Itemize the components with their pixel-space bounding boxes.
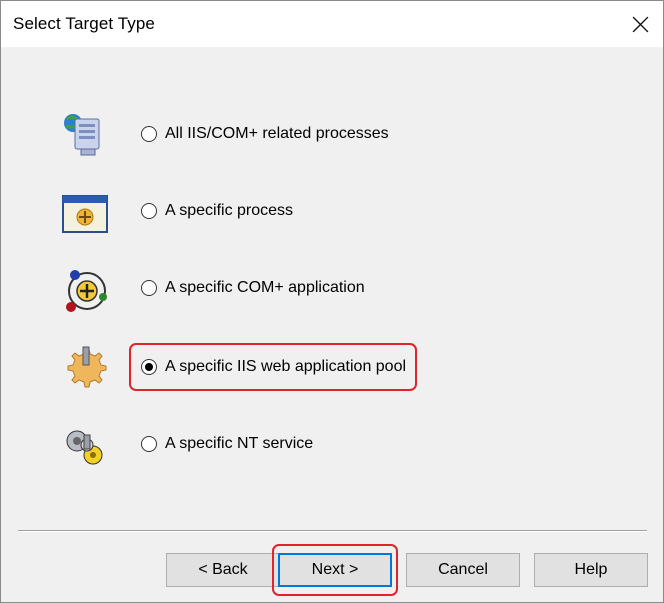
dialog-title: Select Target Type <box>13 14 155 33</box>
close-icon <box>632 16 648 32</box>
radio-specific-com-plus-application[interactable] <box>141 280 157 296</box>
radio-specific-iis-web-application-pool[interactable] <box>141 359 157 375</box>
com-plus-application-icon <box>66 270 107 312</box>
cancel-button[interactable]: Cancel <box>406 553 520 587</box>
option-specific-nt-service[interactable]: A specific NT service <box>1 415 663 475</box>
computer-icon <box>64 114 100 156</box>
option-label: A specific NT service <box>165 435 314 452</box>
close-button[interactable] <box>617 1 663 47</box>
option-all-iis-com-processes[interactable]: All IIS/COM+ related processes <box>1 105 663 165</box>
option-label: All IIS/COM+ related processes <box>165 125 389 142</box>
option-label: A specific process <box>165 202 294 219</box>
select-target-type-dialog: Select Target Type All IIS/COM+ related … <box>0 0 664 603</box>
gear-app-pool-icon <box>67 346 107 388</box>
option-specific-com-plus-application[interactable]: A specific COM+ application <box>1 259 663 319</box>
title-bar: Select Target Type <box>1 1 663 47</box>
option-specific-process[interactable]: A specific process <box>1 182 663 242</box>
option-specific-iis-web-application-pool[interactable]: A specific IIS web application pool <box>1 337 663 397</box>
back-button[interactable]: < Back <box>166 553 280 587</box>
nt-service-gears-icon <box>66 430 103 465</box>
option-label: A specific COM+ application <box>165 279 365 296</box>
radio-all-iis-com-processes[interactable] <box>141 126 157 142</box>
process-window-icon <box>62 195 108 233</box>
option-label: A specific IIS web application pool <box>165 358 407 375</box>
help-button[interactable]: Help <box>534 553 648 587</box>
radio-specific-process[interactable] <box>141 203 157 219</box>
separator-line <box>18 530 647 532</box>
next-button[interactable]: Next > <box>278 553 392 587</box>
radio-specific-nt-service[interactable] <box>141 436 157 452</box>
